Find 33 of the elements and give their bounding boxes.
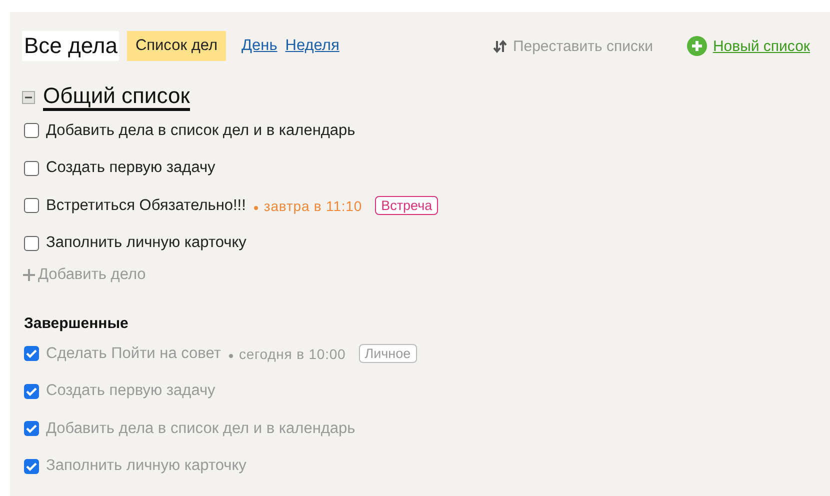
task-text: Добавить дела в список дел и в календарь [46, 420, 356, 438]
due-date: завтра в 11:10 [252, 198, 362, 214]
checkbox[interactable] [24, 160, 39, 176]
task-text: Встретиться Обязательно!!! [46, 196, 246, 215]
checkbox[interactable] [24, 458, 39, 474]
plus-icon [22, 268, 36, 282]
task-text: Заполнить личную карточку [46, 234, 246, 252]
add-task-button[interactable]: Добавить дело [22, 259, 830, 291]
task-text: Создать первую задачу [46, 382, 216, 400]
checkbox[interactable] [24, 346, 39, 362]
section-heading: Завершенные [24, 315, 130, 334]
task-text: Сделать Пойти на совет [46, 344, 221, 363]
page-title: Все дела [22, 31, 120, 61]
view-tab[interactable]: День [242, 31, 278, 61]
due-date: сегодня в 10:00 [226, 346, 346, 362]
checkbox[interactable] [24, 384, 39, 399]
swap-arrows-icon [492, 40, 507, 52]
collapse-icon[interactable] [22, 90, 35, 104]
checkbox[interactable] [24, 421, 39, 436]
checkbox[interactable] [24, 236, 39, 251]
reorder-button[interactable]: Переставить списки [492, 38, 653, 54]
view-tab[interactable]: Список дел [127, 31, 226, 61]
new-list-link[interactable]: Новый список [712, 38, 810, 54]
task-text: Создать первую задачу [46, 159, 216, 178]
checkbox[interactable] [24, 123, 39, 138]
tag[interactable]: Личное [358, 344, 417, 364]
tag[interactable]: Встреча [375, 196, 438, 216]
task-text: Заполнить личную карточку [46, 457, 246, 476]
view-tab[interactable]: Неделя [285, 31, 340, 61]
checkbox[interactable] [24, 198, 39, 214]
add-icon [686, 36, 707, 56]
list-title: Общий список [43, 83, 190, 111]
task-text: Добавить дела в список дел и в календарь [46, 122, 356, 140]
